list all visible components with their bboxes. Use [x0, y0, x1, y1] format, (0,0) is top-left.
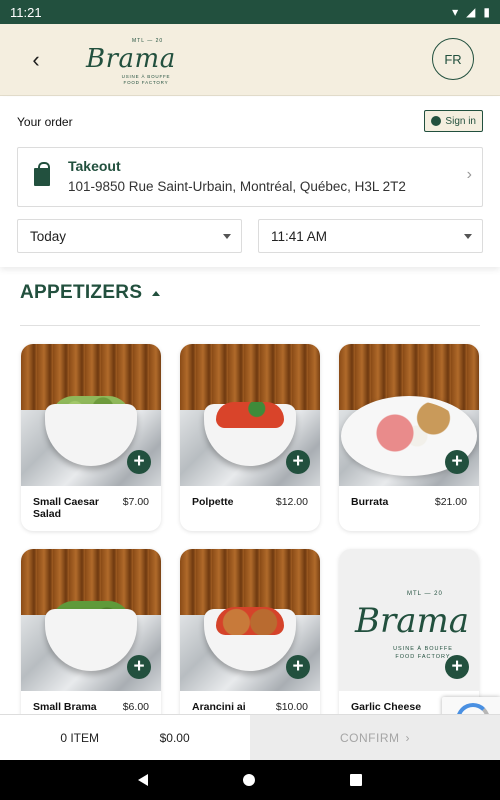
- back-button[interactable]: ‹: [22, 46, 50, 74]
- status-time: 11:21: [10, 4, 42, 20]
- sign-in-label: Sign in: [445, 115, 476, 127]
- wifi-icon: ▾: [452, 5, 459, 19]
- status-bar: 11:21 ▾ ◢ ▮: [0, 0, 500, 24]
- logo-word: Brama: [355, 601, 470, 641]
- nav-home-icon[interactable]: [243, 774, 255, 786]
- product-name: Small Caesar Salad: [33, 496, 99, 520]
- product-card[interactable]: + Small Caesar Salad $7.00: [21, 344, 161, 531]
- product-name: Small Brama: [33, 701, 97, 713]
- takeout-selector[interactable]: Takeout 101-9850 Rue Saint-Urbain, Montr…: [17, 147, 483, 207]
- shopping-bag-icon: [34, 162, 50, 186]
- signal-icon: ◢: [466, 5, 476, 19]
- chevron-right-icon: ›: [466, 166, 472, 183]
- time-select-value: 11:41 AM: [271, 228, 328, 244]
- cart-total: $0.00: [159, 730, 190, 745]
- confirm-button[interactable]: CONFIRM ›: [250, 715, 500, 760]
- add-to-cart-button[interactable]: +: [127, 450, 151, 474]
- day-select[interactable]: Today: [17, 219, 242, 253]
- add-to-cart-button[interactable]: +: [286, 450, 310, 474]
- plus-icon: +: [133, 656, 145, 677]
- sign-in-button[interactable]: Sign in: [424, 110, 483, 132]
- time-select[interactable]: 11:41 AM: [258, 219, 483, 253]
- product-price: $6.00: [122, 701, 149, 713]
- plus-icon: +: [292, 451, 304, 472]
- chevron-left-icon: ‹: [32, 47, 40, 72]
- add-to-cart-button[interactable]: +: [127, 655, 151, 679]
- product-price: $10.00: [275, 701, 308, 713]
- add-to-cart-button[interactable]: +: [445, 655, 469, 679]
- section-header-appetizers[interactable]: APPETIZERS: [20, 282, 161, 304]
- plus-icon: +: [292, 656, 304, 677]
- cart-item-count: 0 ITEM: [60, 730, 99, 745]
- section-divider: [20, 325, 480, 326]
- product-name: Burrata: [351, 496, 389, 508]
- chevron-down-icon: [223, 234, 231, 239]
- plus-icon: +: [451, 656, 463, 677]
- takeout-title: Takeout: [68, 158, 121, 174]
- add-to-cart-button[interactable]: +: [445, 450, 469, 474]
- brama-logo: MTL — 20 Brama USINE À BOUFFE FOOD FACTO…: [86, 36, 176, 86]
- nav-back-icon[interactable]: [138, 774, 148, 786]
- product-card[interactable]: + Arancini ai $10.00: [180, 549, 320, 736]
- order-bar: 0 ITEM $0.00 CONFIRM ›: [0, 714, 500, 760]
- nav-recents-icon[interactable]: [350, 774, 362, 786]
- section-title: APPETIZERS: [20, 282, 143, 303]
- product-name: Polpette: [192, 496, 234, 508]
- chevron-right-icon: ›: [405, 730, 410, 745]
- add-to-cart-button[interactable]: +: [286, 655, 310, 679]
- chevron-down-icon: [464, 234, 472, 239]
- day-select-value: Today: [30, 228, 67, 244]
- order-panel: Your order Sign in Takeout 101-9850 Rue …: [0, 97, 500, 267]
- product-name: Arancini ai: [192, 701, 246, 713]
- plus-icon: +: [451, 451, 463, 472]
- your-order-label: Your order: [17, 115, 73, 129]
- logo-top-text: MTL — 20: [407, 591, 443, 597]
- product-card[interactable]: + Small Brama $6.00: [21, 549, 161, 736]
- battery-icon: ▮: [483, 5, 490, 19]
- takeout-address: 101-9850 Rue Saint-Urbain, Montréal, Qué…: [68, 179, 406, 194]
- cart-summary: 0 ITEM $0.00: [0, 715, 250, 760]
- collapse-caret-icon: [152, 290, 161, 296]
- user-icon: [431, 116, 442, 126]
- plus-icon: +: [133, 451, 145, 472]
- system-nav-bar: [0, 760, 500, 800]
- product-price: $7.00: [122, 496, 149, 508]
- app-header: ‹ MTL — 20 Brama USINE À BOUFFE FOOD FAC…: [0, 24, 500, 96]
- product-price: $12.00: [275, 496, 308, 508]
- product-card[interactable]: + Polpette $12.00: [180, 344, 320, 531]
- product-price: $21.00: [434, 496, 467, 508]
- language-button[interactable]: FR: [432, 38, 474, 80]
- confirm-label: CONFIRM: [340, 730, 400, 745]
- product-card[interactable]: + Burrata $21.00: [339, 344, 479, 531]
- logo-word: Brama: [86, 44, 176, 74]
- logo-subtitle: USINE À BOUFFE FOOD FACTORY: [121, 74, 171, 85]
- status-icons: ▾ ◢ ▮: [452, 6, 490, 18]
